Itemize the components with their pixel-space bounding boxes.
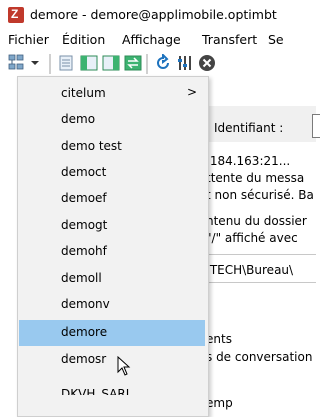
dropdown-item-label: demoef	[61, 191, 107, 205]
chevron-right-icon: >	[187, 85, 198, 99]
window-title: demore - demore@applimobile.optimbt	[30, 7, 277, 22]
dropdown-item-demore[interactable]: demore	[19, 320, 205, 346]
dropdown-item-label: demonv	[61, 297, 110, 311]
toolbar-separator	[49, 54, 51, 74]
dropdown-item-label: demohf	[61, 244, 107, 258]
filezilla-app-icon[interactable]: Z	[8, 7, 24, 23]
remote-tree-icon[interactable]	[102, 54, 120, 72]
dropdown-item-label: demo test	[61, 139, 122, 153]
site-dropdown-menu: citelum > demo demo test democt demoef d…	[17, 76, 209, 417]
dropdown-item-demosr[interactable]: demosr	[19, 347, 205, 373]
message-log-icon[interactable]	[58, 54, 76, 72]
dropdown-item-label: democt	[61, 165, 107, 179]
transfer-queue-icon[interactable]	[124, 54, 142, 72]
log-line: ntenu du dossier	[206, 214, 307, 228]
local-tree-icon[interactable]	[80, 54, 98, 72]
dropdown-item-demonv[interactable]: demonv	[19, 292, 205, 318]
local-path: .TECH\Bureau\	[206, 263, 294, 277]
dropdown-item-dkvh-sarl[interactable]: DKVH_SARL	[19, 373, 205, 395]
title-bar: Z demore - demore@applimobile.optimbt	[0, 0, 316, 30]
chevron-down-icon[interactable]	[30, 54, 40, 72]
log-line: ttente du messa	[206, 171, 305, 185]
menu-transfert[interactable]: Transfert	[202, 32, 257, 47]
tree-item[interactable]: s de conversation	[206, 350, 312, 364]
dropdown-item-demo-test[interactable]: demo test	[19, 134, 205, 160]
mouse-cursor-icon	[117, 355, 131, 379]
site-manager-icon[interactable]	[8, 54, 26, 72]
dropdown-item-label: citelum	[61, 86, 106, 100]
log-line: .184.163:21...	[206, 154, 291, 168]
dropdown-item-demohf[interactable]: demohf	[19, 239, 205, 265]
dropdown-item-democt[interactable]: democt	[19, 160, 205, 186]
log-line: "/" affiché avec	[206, 231, 298, 245]
menu-fichier[interactable]: Fichier	[8, 32, 49, 47]
dropdown-item-citelum[interactable]: citelum >	[19, 81, 205, 107]
dropdown-item-label: demore	[61, 325, 108, 339]
identifiant-label: Identifiant :	[214, 121, 284, 135]
dropdown-item-label: demogt	[61, 218, 108, 232]
dropdown-item-demoef[interactable]: demoef	[19, 186, 205, 212]
refresh-icon[interactable]	[154, 52, 172, 72]
dropdown-item-label: demo	[61, 112, 96, 126]
dropdown-item-demoll[interactable]: demoll	[19, 266, 205, 292]
toolbar-separator	[146, 54, 148, 74]
tree-item[interactable]: emp	[206, 396, 233, 410]
cancel-icon[interactable]	[198, 54, 216, 72]
dropdown-item-demo[interactable]: demo	[19, 107, 205, 133]
dropdown-item-label: demoll	[61, 271, 102, 285]
tree-item[interactable]: ents	[206, 332, 232, 346]
menu-affichage[interactable]: Affichage	[122, 32, 181, 47]
identifiant-input[interactable]	[312, 114, 320, 138]
dropdown-item-demogt[interactable]: demogt	[19, 213, 205, 239]
dropdown-item-label: demosr	[61, 352, 107, 366]
dropdown-item-label: DKVH_SARL	[61, 387, 133, 395]
process-queue-icon[interactable]	[176, 54, 194, 72]
divider	[206, 282, 316, 283]
menu-serveur[interactable]: Se	[268, 32, 284, 47]
log-line: t non sécurisé. Ba	[206, 188, 314, 202]
divider	[206, 254, 316, 255]
menu-edition[interactable]: Édition	[62, 32, 105, 47]
menu-bar: Fichier Édition Affichage Transfert Se	[0, 30, 316, 52]
